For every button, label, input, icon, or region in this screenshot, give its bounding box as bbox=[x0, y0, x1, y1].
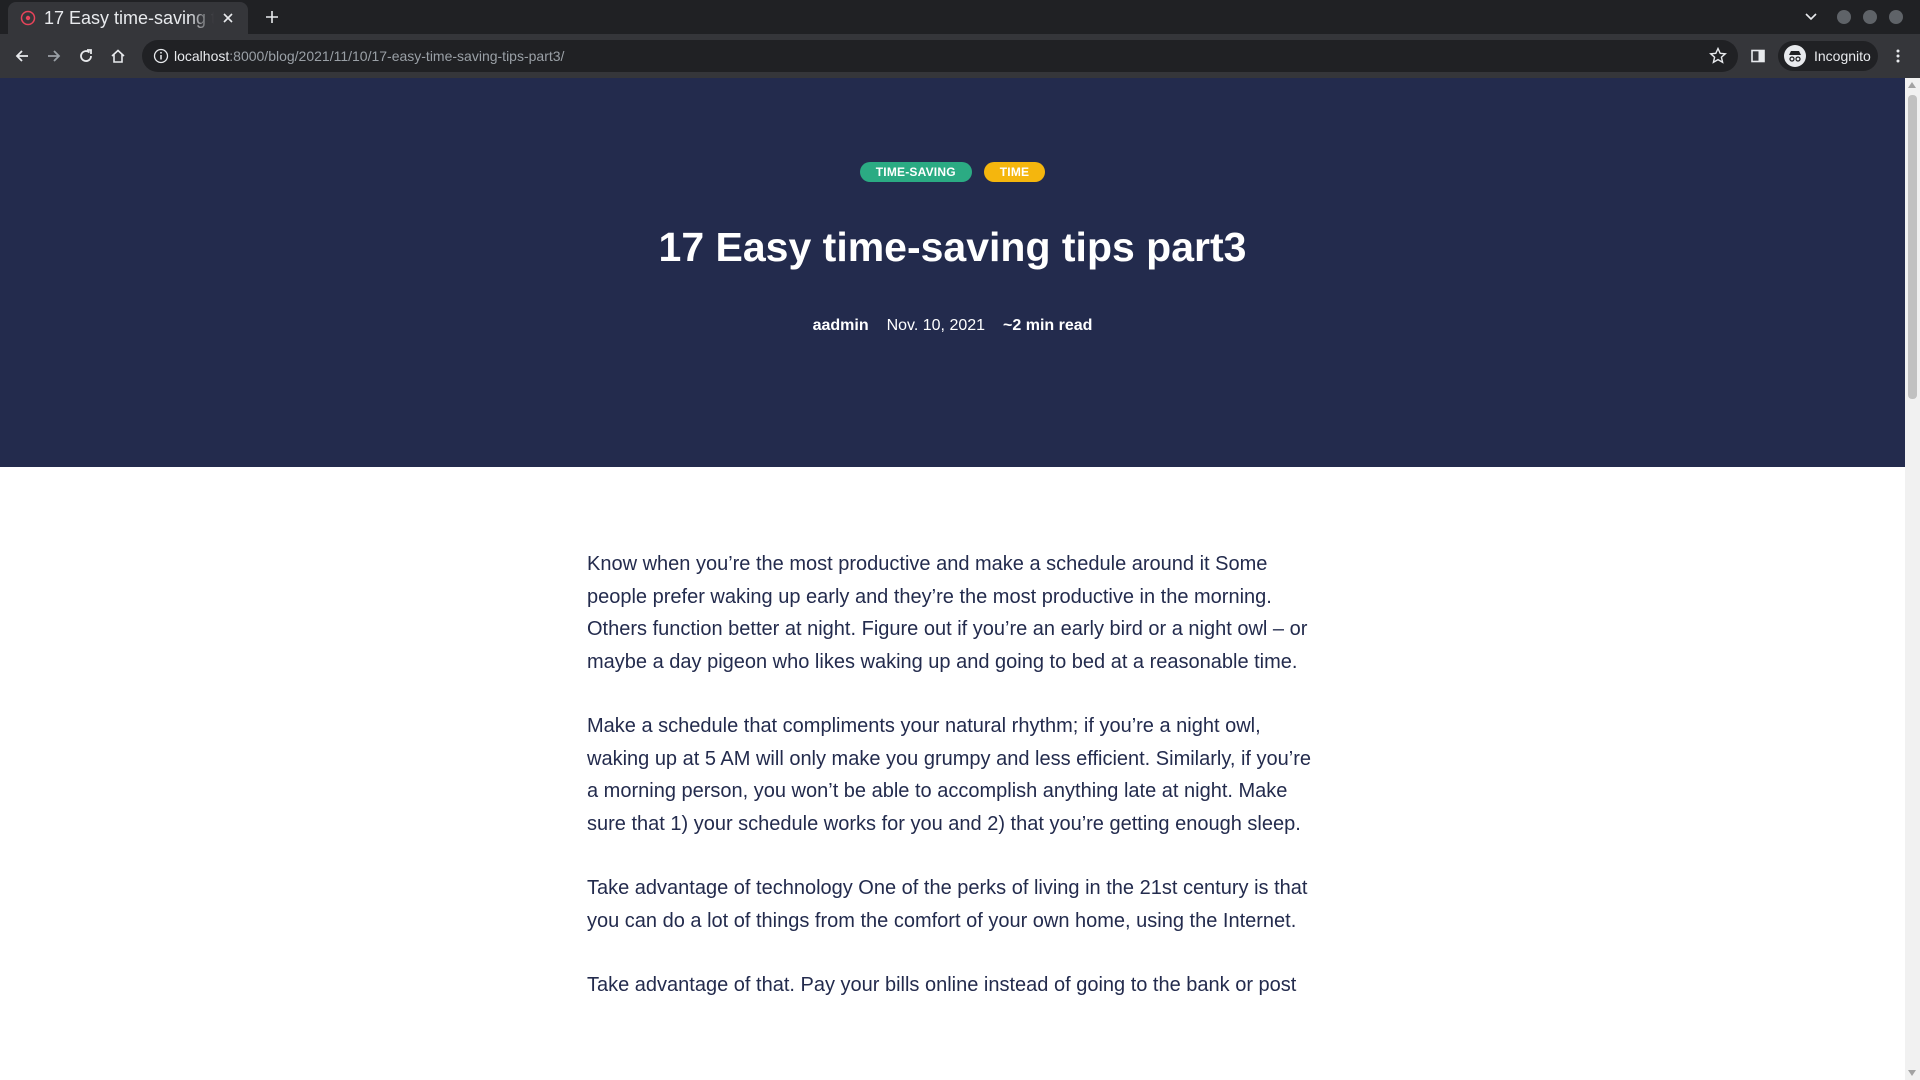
scrollbar-thumb[interactable] bbox=[1908, 95, 1917, 399]
post-body: Know when you’re the most productive and… bbox=[587, 548, 1317, 1034]
tab-title: 17 Easy time-saving tips part3 bbox=[44, 7, 214, 28]
post-title: 17 Easy time-saving tips part3 bbox=[658, 224, 1247, 270]
url-host: localhost bbox=[174, 48, 230, 64]
side-panel-icon[interactable] bbox=[1746, 44, 1770, 68]
read-time: ~2 min read bbox=[1003, 317, 1093, 334]
maximize-button[interactable] bbox=[1863, 10, 1877, 24]
arrow-right-icon[interactable] bbox=[42, 44, 66, 68]
reload-icon[interactable] bbox=[74, 44, 98, 68]
tag-time[interactable]: TIME bbox=[983, 162, 1046, 182]
home-icon[interactable] bbox=[106, 44, 130, 68]
browser-toolbar: localhost:8000/blog/2021/11/10/17-easy-t… bbox=[0, 34, 1920, 78]
kebab-menu-icon[interactable] bbox=[1886, 44, 1910, 68]
plus-icon[interactable] bbox=[262, 7, 282, 27]
paragraph: Take advantage of that. Pay your bills o… bbox=[587, 974, 1297, 996]
star-icon[interactable] bbox=[1708, 46, 1728, 66]
arrow-left-icon[interactable] bbox=[10, 44, 34, 68]
scroll-down-icon[interactable] bbox=[1908, 1070, 1916, 1076]
profile-label: Incognito bbox=[1814, 48, 1871, 64]
url-path: :8000/blog/2021/11/10/17-easy-time-savin… bbox=[229, 48, 565, 64]
paragraph: Know when you’re the most productive and… bbox=[587, 553, 1308, 673]
paragraph: Make a schedule that compliments your na… bbox=[587, 715, 1312, 835]
post-hero: TIME-SAVING TIME 17 Easy time-saving tips… bbox=[0, 78, 1905, 467]
favicon-icon bbox=[20, 10, 36, 26]
chevron-down-icon[interactable] bbox=[1800, 7, 1822, 27]
browser-tabstrip: 17 Easy time-saving tips part3 bbox=[0, 0, 1920, 34]
url-text[interactable]: localhost:8000/blog/2021/11/10/17-easy-t… bbox=[174, 40, 564, 72]
incognito-profile-button[interactable]: Incognito bbox=[1778, 41, 1878, 71]
minimize-button[interactable] bbox=[1837, 10, 1851, 24]
scroll-up-icon[interactable] bbox=[1908, 82, 1916, 88]
info-icon[interactable] bbox=[152, 47, 170, 65]
incognito-icon bbox=[1784, 45, 1806, 67]
tag-time-saving[interactable]: TIME-SAVING bbox=[859, 162, 972, 182]
tag-list: TIME-SAVING TIME bbox=[0, 162, 1905, 182]
address-bar[interactable]: localhost:8000/blog/2021/11/10/17-easy-t… bbox=[142, 40, 1738, 72]
close-window-button[interactable] bbox=[1889, 10, 1903, 24]
post-meta: aadmin Nov. 10, 2021 ~2 min read bbox=[0, 317, 1905, 335]
page-scrollbar[interactable] bbox=[1905, 78, 1920, 1080]
post-date: Nov. 10, 2021 bbox=[886, 317, 986, 334]
browser-tab[interactable]: 17 Easy time-saving tips part3 bbox=[8, 2, 248, 34]
close-icon[interactable] bbox=[218, 8, 238, 28]
paragraph: Take advantage of technology One of the … bbox=[587, 877, 1308, 932]
post-author[interactable]: aadmin bbox=[813, 317, 869, 334]
page-viewport: TIME-SAVING TIME 17 Easy time-saving tips… bbox=[0, 78, 1920, 1080]
